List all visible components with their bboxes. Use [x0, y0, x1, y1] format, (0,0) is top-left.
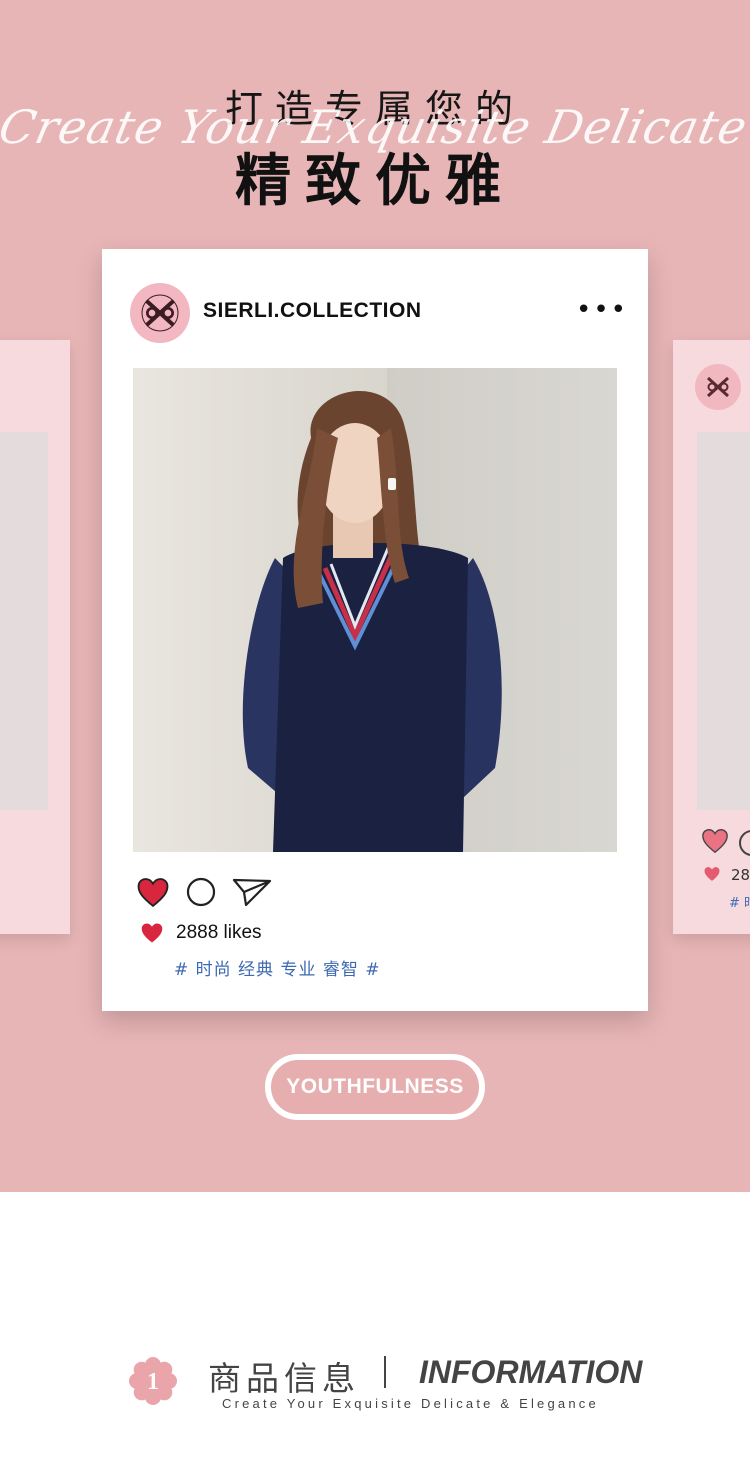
section-number: 1	[147, 1369, 159, 1395]
share-icon[interactable]	[232, 877, 272, 907]
hero-section: 打造专属您的 Create Your Exquisite Delicate & …	[0, 0, 750, 1192]
side-post-card-right[interactable]: 288 # 时	[673, 340, 750, 934]
flower-number-icon: 1	[129, 1357, 177, 1405]
side-post-image-right	[697, 432, 750, 810]
section-title-en: INFORMATION	[419, 1354, 643, 1390]
hero-title-line2: 精致优雅	[235, 149, 515, 214]
comment-icon[interactable]	[739, 830, 750, 856]
comment-icon[interactable]	[186, 877, 216, 907]
heart-icon	[141, 923, 163, 943]
section-title-cn: 商品信息	[208, 1359, 360, 1398]
section-subtitle: Create Your Exquisite Delicate & Eleganc…	[222, 1396, 599, 1411]
information-header: 1 商品信息 INFORMATION Create Your Exquisite…	[0, 1340, 750, 1430]
youthfulness-badge-label: YOUTHFULNESS	[286, 1075, 464, 1098]
side-post-image-left	[0, 432, 48, 810]
brand-logo-icon[interactable]	[130, 283, 190, 343]
title-divider	[384, 1356, 386, 1388]
likes-count: 2888 likes	[176, 922, 262, 943]
brand-logo-icon	[695, 364, 741, 410]
side-hashtags[interactable]: # 时	[729, 892, 750, 911]
more-icon[interactable]: •••	[576, 297, 628, 323]
post-card: SIERLI.COLLECTION ••• 2888 likes # 时尚 经典…	[102, 249, 648, 1011]
youthfulness-badge: YOUTHFULNESS	[265, 1054, 485, 1120]
account-handle[interactable]: SIERLI.COLLECTION	[203, 299, 422, 323]
side-post-card-left[interactable]	[0, 340, 70, 934]
heart-icon	[704, 867, 720, 881]
heart-icon[interactable]	[701, 828, 729, 854]
side-likes-count: 288	[731, 866, 750, 884]
post-photo[interactable]	[133, 368, 617, 852]
heart-icon[interactable]	[136, 877, 170, 908]
post-hashtags[interactable]: # 时尚 经典 专业 睿智 #	[174, 955, 381, 980]
post-actions	[136, 874, 272, 910]
